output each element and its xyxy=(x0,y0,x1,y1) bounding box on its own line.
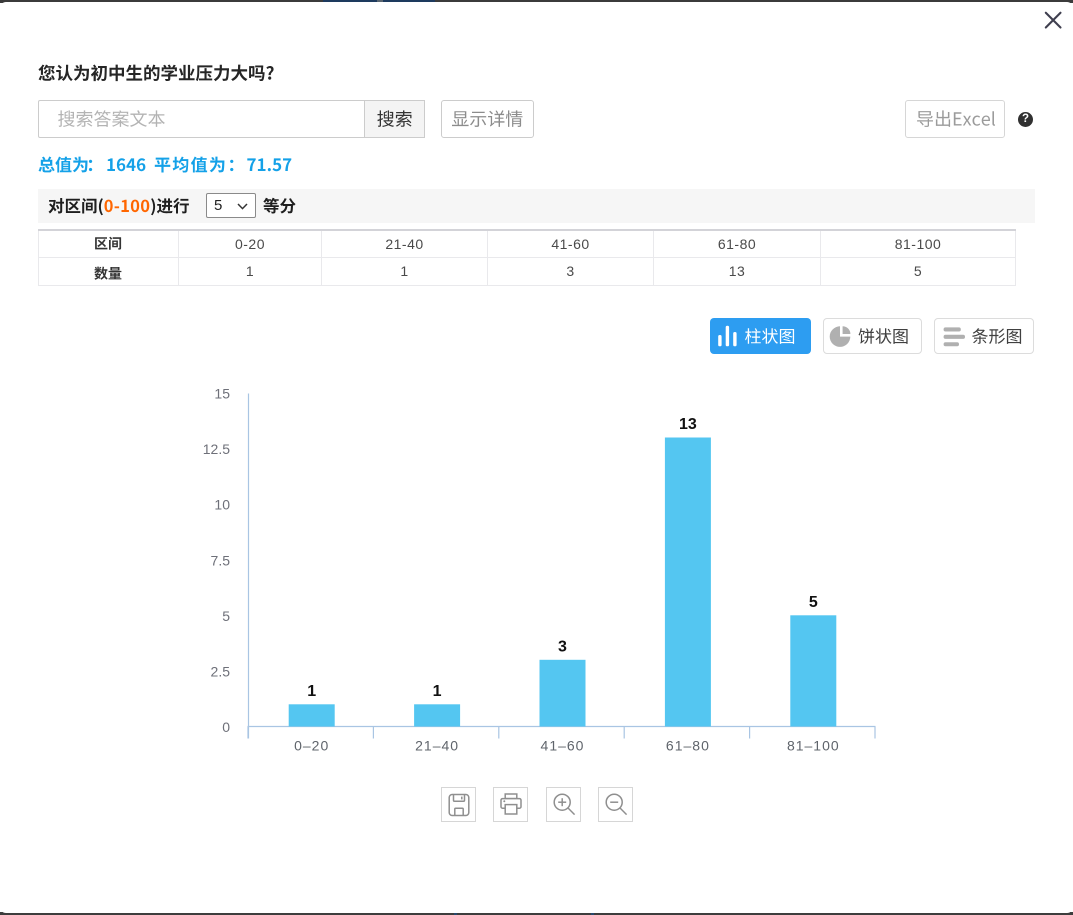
svg-text:0: 0 xyxy=(222,719,230,735)
svg-text:1: 1 xyxy=(307,683,316,700)
svg-text:10: 10 xyxy=(214,497,230,513)
svg-text:13: 13 xyxy=(679,416,697,433)
svg-text:1: 1 xyxy=(433,683,442,700)
svg-text:5: 5 xyxy=(809,594,818,611)
svg-text:5: 5 xyxy=(222,608,230,624)
svg-text:2.5: 2.5 xyxy=(211,663,231,679)
svg-text:15: 15 xyxy=(214,386,230,402)
svg-text:0–20: 0–20 xyxy=(294,738,329,754)
svg-text:61–80: 61–80 xyxy=(666,738,710,754)
svg-text:7.5: 7.5 xyxy=(211,552,231,568)
svg-text:3: 3 xyxy=(558,638,567,655)
svg-text:81–100: 81–100 xyxy=(787,738,840,754)
svg-text:21–40: 21–40 xyxy=(415,738,459,754)
svg-text:12.5: 12.5 xyxy=(203,441,230,457)
svg-text:41–60: 41–60 xyxy=(541,738,585,754)
